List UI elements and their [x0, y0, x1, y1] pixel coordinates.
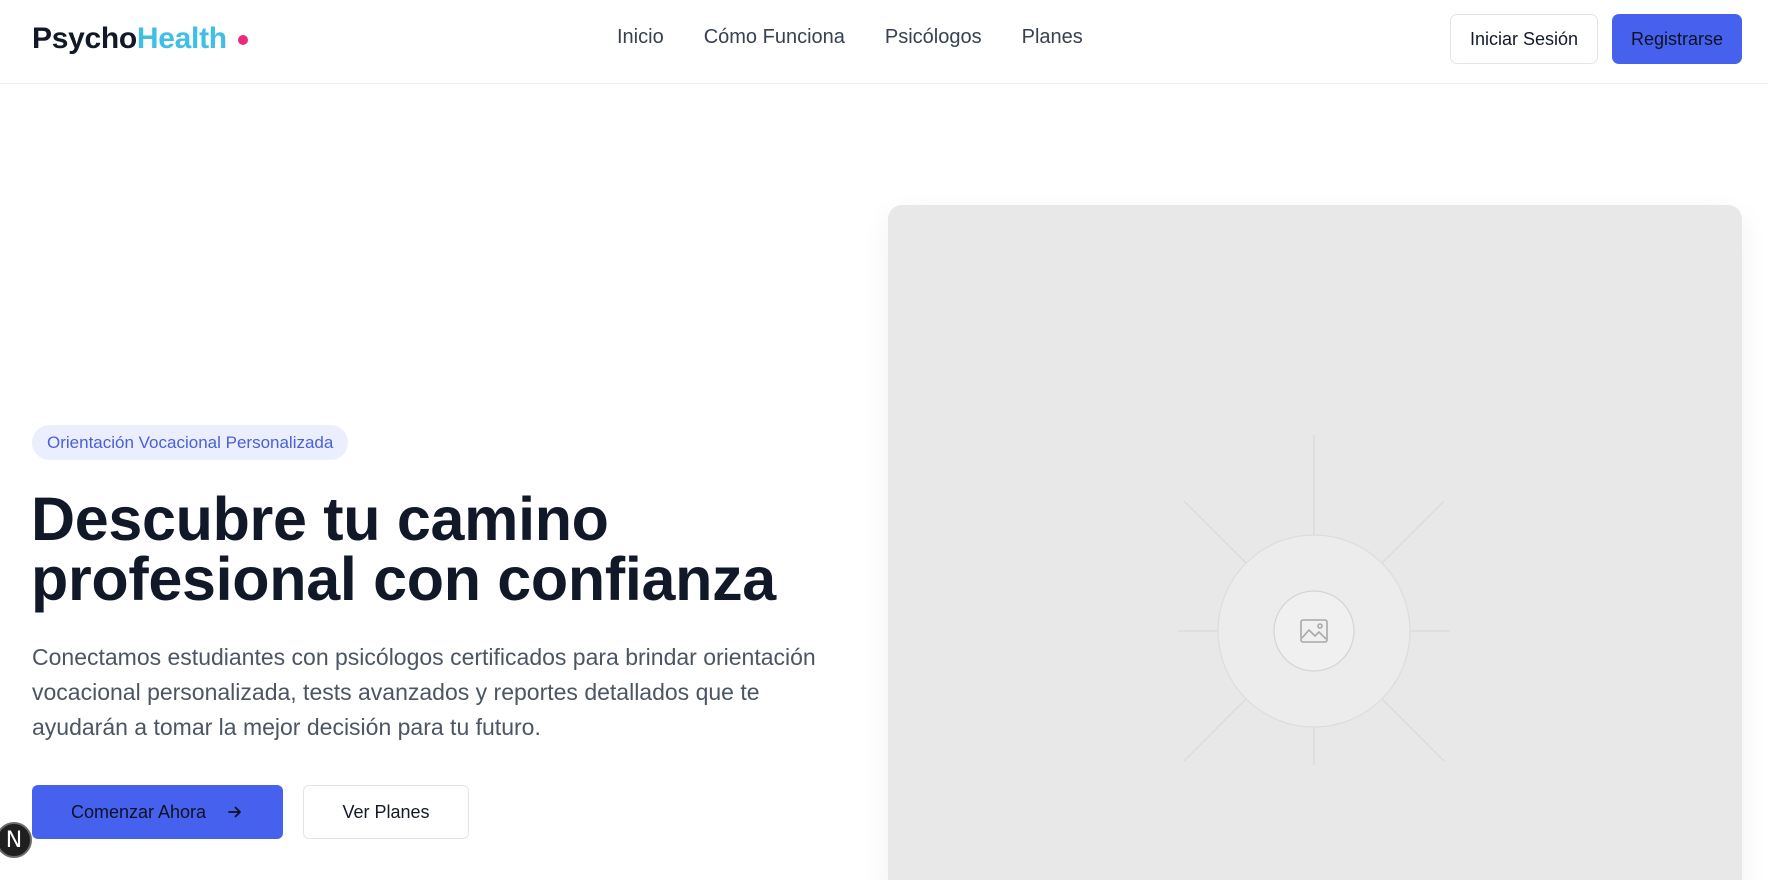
image-placeholder-graphic	[1178, 435, 1450, 765]
site-header: Psycho Health Inicio Cómo Funciona Psicól…	[0, 0, 1768, 84]
arrow-right-icon	[228, 806, 241, 818]
login-button[interactable]: Iniciar Sesión	[1450, 14, 1598, 64]
logo[interactable]: Psycho Health	[32, 22, 248, 56]
hero-title: Descubre tu camino profesional con confi…	[31, 489, 851, 610]
register-button[interactable]: Registrarse	[1612, 14, 1742, 64]
nav-link-inicio[interactable]: Inicio	[617, 26, 664, 49]
view-plans-button[interactable]: Ver Planes	[303, 785, 469, 839]
logo-dot-icon	[237, 35, 248, 45]
main-nav: Inicio Cómo Funciona Psicólogos Planes	[617, 26, 1083, 49]
logo-text-psycho: Psycho	[32, 22, 137, 55]
nav-link-planes[interactable]: Planes	[1022, 26, 1083, 49]
hero-description: Conectamos estudiantes con psicólogos ce…	[32, 644, 816, 740]
logo-text-health: Health	[136, 22, 227, 55]
nav-link-como-funciona[interactable]: Cómo Funciona	[704, 26, 845, 49]
hero-badge: Orientación Vocacional Personalizada	[32, 425, 349, 460]
start-now-button[interactable]: Comenzar Ahora	[32, 785, 283, 839]
hero-image-placeholder	[888, 205, 1742, 880]
hero-title-line-2: profesional con confianza	[31, 545, 776, 613]
hero-title-line-1: Descubre tu camino	[31, 485, 609, 553]
start-now-label: Comenzar Ahora	[70, 801, 207, 822]
nav-link-psicologos[interactable]: Psicólogos	[885, 26, 982, 49]
dev-tools-badge[interactable]: N	[0, 822, 32, 858]
